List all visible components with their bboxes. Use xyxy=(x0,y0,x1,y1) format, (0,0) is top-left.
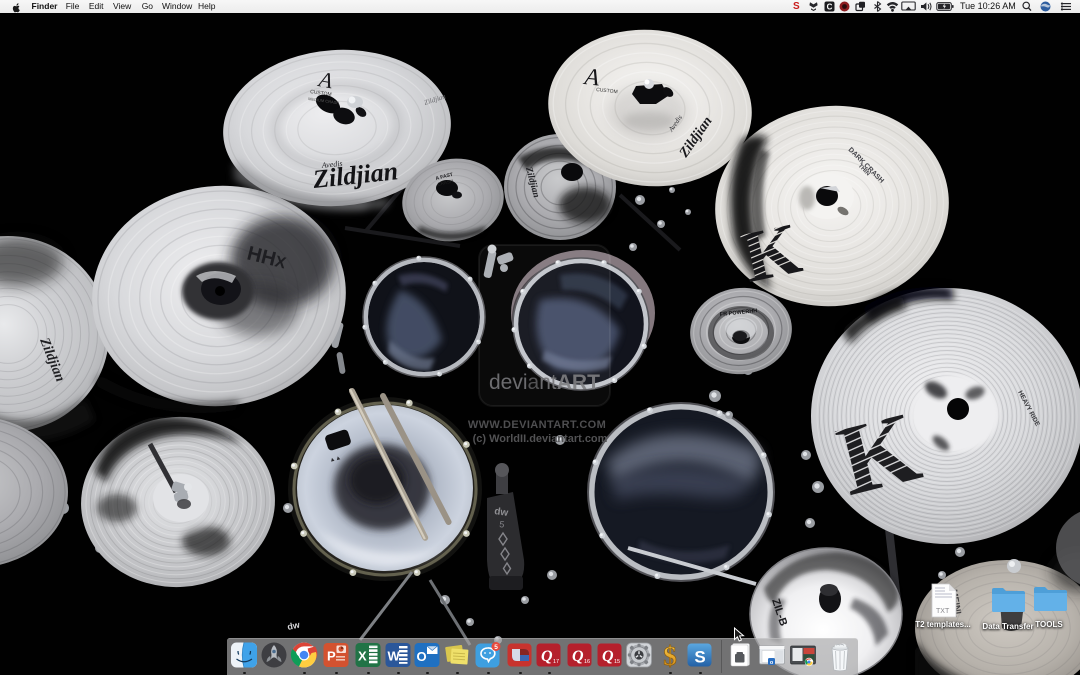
svg-text:deviantART: deviantART xyxy=(489,371,600,394)
svg-text:S: S xyxy=(694,648,705,667)
svg-text:dw: dw xyxy=(494,506,510,519)
svg-text:X: X xyxy=(358,649,367,664)
svg-text:Q: Q xyxy=(572,648,584,665)
svg-text:17: 17 xyxy=(553,659,559,665)
svg-text:C: C xyxy=(827,3,833,12)
svg-text:WWW.DEVIANTART.COM: WWW.DEVIANTART.COM xyxy=(468,419,606,431)
svg-text:TXT: TXT xyxy=(936,608,950,615)
svg-text:Q: Q xyxy=(541,648,553,665)
svg-text:15: 15 xyxy=(614,659,620,665)
svg-text:5: 5 xyxy=(494,644,498,651)
svg-text:$: $ xyxy=(663,641,677,669)
svg-text:(c) WorldII.deviantart.com: (c) WorldII.deviantart.com xyxy=(473,433,608,445)
svg-text:O: O xyxy=(417,649,427,664)
svg-text:16: 16 xyxy=(584,659,590,665)
svg-text:P: P xyxy=(327,649,336,664)
svg-text:Q: Q xyxy=(602,648,614,665)
svg-text:W: W xyxy=(388,649,401,664)
